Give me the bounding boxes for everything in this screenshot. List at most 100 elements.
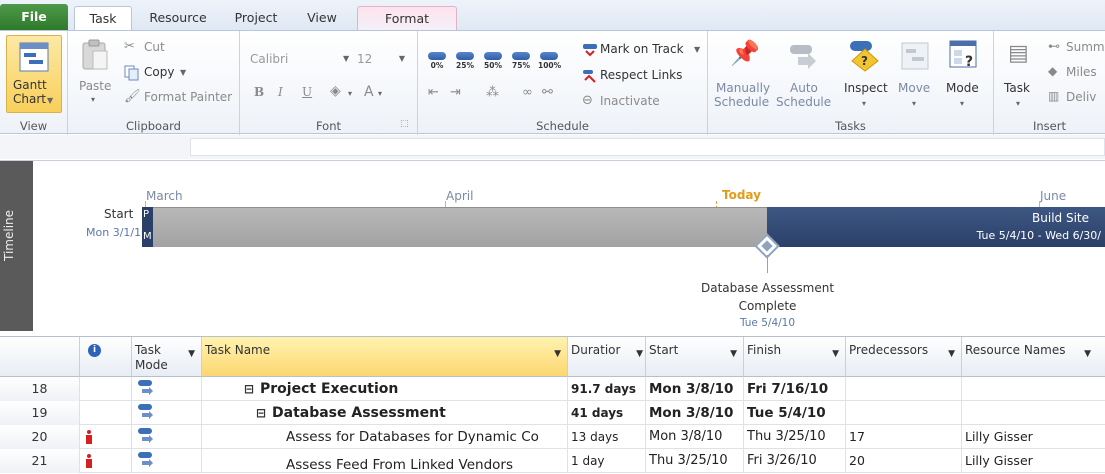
chevron-down-icon[interactable]: ▼ — [730, 349, 737, 359]
gantt-chart-button[interactable]: Gantt Chart ▼ — [6, 35, 62, 113]
entry-field[interactable] — [190, 138, 1105, 156]
unlink-tasks-icon[interactable]: ⚯ — [542, 85, 553, 100]
start-header[interactable]: Start ▼ — [646, 337, 744, 377]
task-name-cell[interactable]: ⊟ Database Assessment — [202, 401, 568, 425]
collapse-icon[interactable]: ⊟ — [256, 401, 266, 425]
finish-cell[interactable]: Fri 3/26/10 — [744, 449, 846, 473]
indent-icon[interactable]: ⇥ — [450, 85, 461, 100]
tab-file[interactable]: File — [0, 4, 68, 30]
complete-0-button[interactable]: 0% — [426, 51, 448, 71]
duration-cell[interactable]: 41 days — [568, 401, 646, 425]
manually-schedule-button[interactable]: 📌 Manually Schedule — [712, 35, 772, 113]
insert-deliverable-button[interactable]: ▥ Deliv — [1048, 89, 1105, 107]
duration-cell[interactable]: 91.7 days — [568, 377, 646, 401]
task-name-cell[interactable]: Assess Feed From Linked Vendors — [202, 449, 568, 473]
auto-schedule-button[interactable]: Auto Schedule — [772, 35, 834, 113]
task-mode-cell[interactable] — [132, 401, 202, 425]
chevron-down-icon[interactable]: ▼ — [554, 349, 561, 359]
start-cell[interactable]: Mon 3/8/10 — [646, 377, 744, 401]
duration-cell[interactable]: 13 days — [568, 425, 646, 449]
respect-links-button[interactable]: Respect Links — [582, 67, 706, 85]
task-name-header[interactable]: Task Name ▼ — [202, 337, 568, 377]
resource-names-cell[interactable]: Lilly Gisser — [962, 425, 1105, 449]
complete-75-button[interactable]: 75% — [510, 51, 532, 71]
inspect-button[interactable]: ? Inspect ▾ — [842, 35, 892, 113]
build-site-task-bar[interactable]: Build Site Tue 5/4/10 - Wed 6/30/ — [767, 207, 1105, 247]
bold-button[interactable]: B — [254, 85, 264, 99]
chevron-down-icon[interactable]: ▼ — [188, 349, 195, 359]
resource-names-cell[interactable]: Lilly Gisser — [962, 449, 1105, 473]
collapse-icon[interactable]: ⊟ — [244, 377, 254, 401]
project-summary-bar[interactable]: P M — [142, 207, 153, 247]
format-painter-button[interactable]: 🖌 Format Painter — [124, 89, 236, 107]
task-mode-header[interactable]: Task Mode ▼ — [132, 337, 202, 377]
task-name-cell[interactable]: ⊟ Project Execution — [202, 377, 568, 401]
resource-names-cell[interactable] — [962, 401, 1105, 425]
duration-header[interactable]: Duratior ▼ — [568, 337, 646, 377]
predecessors-cell[interactable] — [846, 377, 962, 401]
predecessors-cell[interactable]: 20 — [846, 449, 962, 473]
outdent-icon[interactable]: ⇤ — [428, 85, 439, 100]
predecessors-cell[interactable] — [846, 401, 962, 425]
copy-button[interactable]: Copy ▼ — [124, 64, 204, 82]
tab-project[interactable]: Project — [224, 6, 288, 30]
predecessors-header[interactable]: Predecessors ▼ — [846, 337, 962, 377]
insert-summary-button[interactable]: ⊷ Summ — [1048, 39, 1105, 57]
insert-task-button[interactable]: ▤ Task ▾ — [998, 35, 1040, 113]
font-family-select[interactable]: Calibri — [246, 49, 338, 69]
tab-task[interactable]: Task — [74, 6, 132, 30]
finish-cell[interactable]: Thu 3/25/10 — [744, 425, 846, 449]
task-mode-cell[interactable] — [132, 449, 202, 473]
row-number[interactable]: 18 — [0, 377, 80, 401]
cut-button[interactable]: ✂ Cut — [124, 39, 204, 57]
start-cell[interactable]: Mon 3/8/10 — [646, 401, 744, 425]
task-mode-cell[interactable] — [132, 377, 202, 401]
fill-color-icon[interactable]: ◈ — [330, 83, 341, 99]
resource-overallocated-icon[interactable] — [86, 454, 92, 468]
inactivate-button[interactable]: ⊖ Inactivate — [582, 93, 706, 111]
start-cell[interactable]: Mon 3/8/10 — [646, 425, 744, 449]
table-row[interactable]: 21 Assess Feed From Linked Vendors 1 day… — [0, 449, 1105, 473]
complete-25-button[interactable]: 25% — [454, 51, 476, 71]
timeline-view[interactable]: Timeline March April Today June Start Mo… — [0, 160, 1105, 331]
italic-button[interactable]: I — [278, 85, 283, 99]
finish-cell[interactable]: Tue 5/4/10 — [744, 401, 846, 425]
chevron-down-icon[interactable]: ▼ — [948, 349, 955, 359]
link-tasks-icon[interactable]: ∞ — [522, 85, 533, 100]
table-row[interactable]: 18 ⊟ Project Execution 91.7 days Mon 3/8… — [0, 377, 1105, 401]
start-cell[interactable]: Thu 3/25/10 — [646, 449, 744, 473]
complete-100-button[interactable]: 100% — [538, 51, 561, 71]
row-number[interactable]: 21 — [0, 449, 80, 473]
resource-overallocated-icon[interactable] — [86, 430, 92, 444]
resource-names-header[interactable]: Resource Names ▼ — [962, 337, 1105, 377]
tab-view[interactable]: View — [294, 6, 350, 30]
duration-cell[interactable]: 1 day — [568, 449, 646, 473]
task-mode-cell[interactable] — [132, 425, 202, 449]
select-all-header[interactable] — [0, 337, 80, 377]
task-name-cell[interactable]: Assess for Databases for Dynamic Co — [202, 425, 568, 449]
underline-button[interactable]: U — [302, 85, 312, 99]
split-task-icon[interactable]: ⁂ — [486, 85, 499, 100]
indicators-header[interactable]: i — [80, 337, 132, 377]
chevron-down-icon[interactable]: ▼ — [1084, 349, 1091, 359]
resource-names-cell[interactable] — [962, 377, 1105, 401]
timeline-bar[interactable] — [153, 207, 767, 247]
finish-header[interactable]: Finish ▼ — [744, 337, 846, 377]
row-number[interactable]: 20 — [0, 425, 80, 449]
finish-cell[interactable]: Fri 7/16/10 — [744, 377, 846, 401]
insert-milestone-button[interactable]: ◆ Miles — [1048, 64, 1105, 82]
move-button[interactable]: Move ▾ — [894, 35, 938, 113]
table-row[interactable]: 20 Assess for Databases for Dynamic Co 1… — [0, 425, 1105, 449]
row-number[interactable]: 19 — [0, 401, 80, 425]
mark-on-track-button[interactable]: Mark on Track ▼ — [582, 41, 706, 59]
chevron-down-icon[interactable]: ▼ — [832, 349, 839, 359]
complete-50-button[interactable]: 50% — [482, 51, 504, 71]
font-color-icon[interactable]: A — [364, 84, 374, 100]
predecessors-cell[interactable]: 17 — [846, 425, 962, 449]
paste-button[interactable]: Paste ▾ — [76, 37, 116, 111]
font-size-select[interactable]: ▼ 12 ▼ — [340, 49, 410, 69]
tab-resource[interactable]: Resource — [138, 6, 218, 30]
tab-format[interactable]: Format — [357, 6, 457, 30]
mode-button[interactable]: ? Mode ▾ — [940, 35, 988, 113]
chevron-down-icon[interactable]: ▼ — [636, 349, 643, 359]
